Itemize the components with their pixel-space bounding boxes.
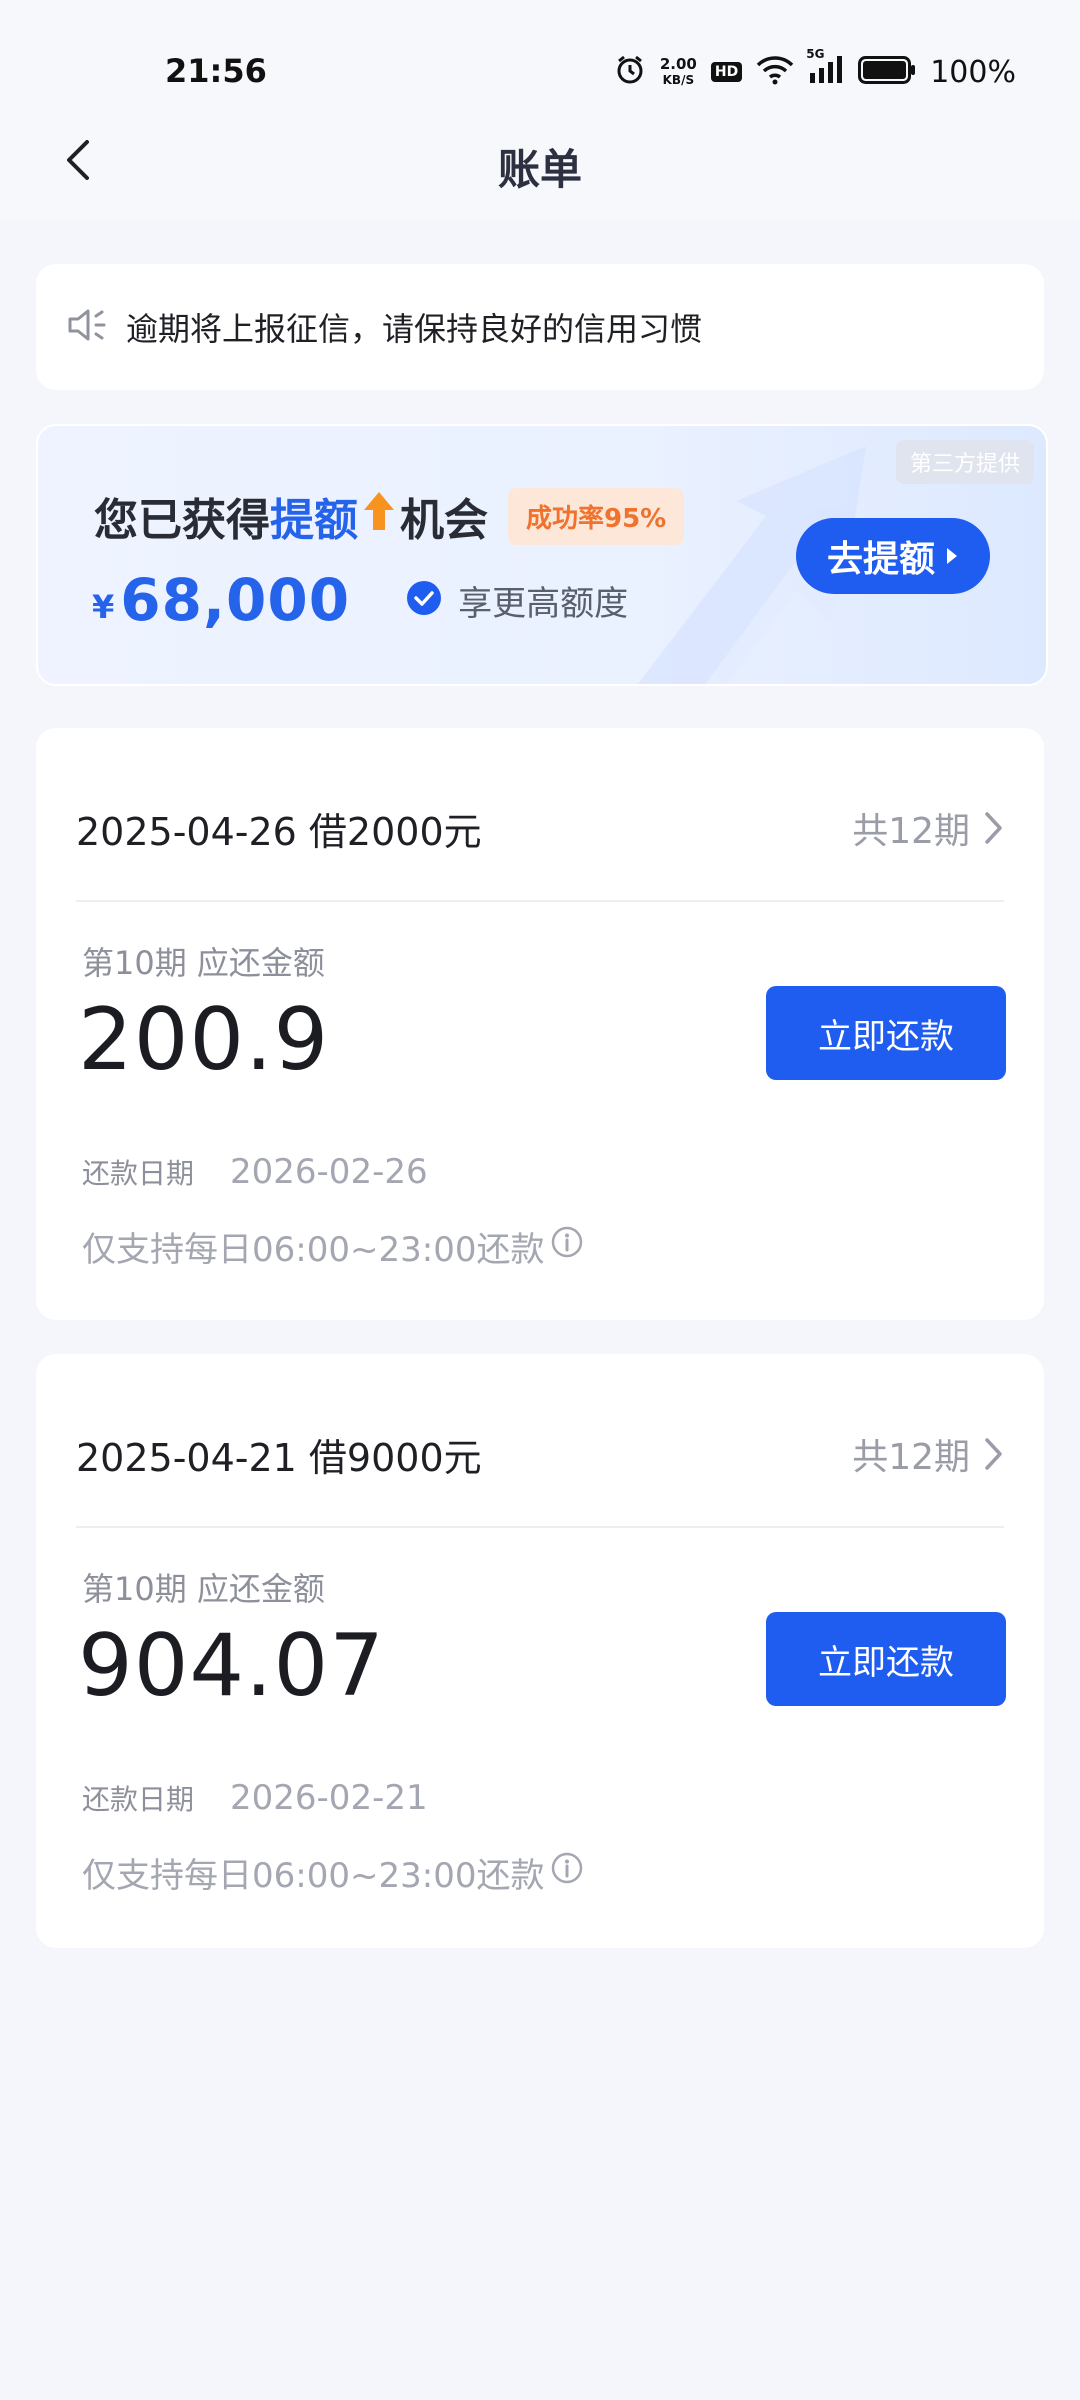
banner-headline: 您已获得 提额 机会 成功率95%	[94, 484, 685, 548]
repay-date-row: 还款日期 2026-02-26	[82, 1152, 428, 1192]
info-icon[interactable]	[550, 1851, 584, 1894]
perk-text: 享更高额度	[458, 583, 629, 624]
loan-card: 2025-04-26 借2000元 共12期 第10期 应还金额 200.9 立…	[36, 728, 1044, 1320]
term-count-link[interactable]: 共12期	[852, 1428, 1004, 1480]
divider	[76, 1526, 1004, 1528]
page-title: 账单	[497, 145, 582, 194]
loan-card: 2025-04-21 借9000元 共12期 第10期 应还金额 904.07 …	[36, 1354, 1044, 1948]
info-icon[interactable]	[550, 1225, 584, 1268]
cellular-signal-icon: 5G	[806, 47, 844, 89]
arrow-up-icon	[362, 490, 396, 543]
notice-bar: 逾期将上报征信，请保持良好的信用习惯	[36, 264, 1044, 390]
battery-percent: 100%	[930, 54, 1016, 90]
credit-increase-banner[interactable]: 第三方提供 您已获得 提额 机会 成功率95% ¥ 68,000 享更高额度 去…	[36, 424, 1048, 686]
loan-title: 2025-04-26 借2000元	[76, 809, 482, 854]
credit-amount: 68,000	[120, 566, 351, 634]
hd-icon: HD	[710, 62, 743, 82]
check-circle-icon	[406, 580, 442, 620]
repay-hours-note: 仅支持每日06:00~23:00还款	[82, 1222, 584, 1271]
chevron-right-icon	[985, 812, 1002, 844]
divider	[76, 900, 1004, 902]
third-party-tag: 第三方提供	[895, 440, 1034, 484]
increase-limit-button[interactable]: 去提额	[796, 518, 990, 594]
status-time: 21:56	[165, 52, 267, 90]
loan-card-header[interactable]: 2025-04-21 借9000元 共12期	[76, 1424, 1004, 1484]
speaker-icon	[66, 306, 108, 348]
currency-symbol: ¥	[92, 588, 115, 626]
repay-date-row: 还款日期 2026-02-21	[82, 1778, 428, 1818]
alarm-icon	[614, 54, 646, 90]
repay-date-label: 还款日期	[82, 1157, 195, 1190]
battery-icon	[858, 56, 916, 88]
play-arrow-icon	[947, 548, 957, 564]
notice-text: 逾期将上报征信，请保持良好的信用习惯	[126, 310, 703, 348]
banner-amount-row: ¥ 68,000 享更高额度	[92, 566, 628, 634]
repay-now-button[interactable]: 立即还款	[766, 1612, 1006, 1706]
due-label: 第10期 应还金额	[82, 1570, 325, 1608]
loan-card-header[interactable]: 2025-04-26 借2000元 共12期	[76, 798, 1004, 858]
due-label: 第10期 应还金额	[82, 944, 325, 982]
wifi-icon	[756, 55, 794, 89]
repay-date-value: 2026-02-26	[230, 1152, 428, 1192]
status-icons: 2.00 KB/S HD 5G 100%	[614, 47, 1016, 94]
chevron-right-icon	[985, 1438, 1002, 1470]
repay-now-button[interactable]: 立即还款	[766, 986, 1006, 1080]
due-amount: 200.9	[78, 990, 330, 1090]
repay-date-label: 还款日期	[82, 1783, 195, 1816]
loan-title: 2025-04-21 借9000元	[76, 1435, 482, 1480]
repay-date-value: 2026-02-21	[230, 1778, 428, 1818]
nav-bar: 账单	[0, 100, 1080, 220]
term-count-link[interactable]: 共12期	[852, 802, 1004, 854]
success-rate-badge: 成功率95%	[508, 487, 685, 545]
due-amount: 904.07	[78, 1616, 385, 1716]
repay-hours-note: 仅支持每日06:00~23:00还款	[82, 1848, 584, 1897]
network-speed: 2.00 KB/S	[659, 55, 697, 87]
